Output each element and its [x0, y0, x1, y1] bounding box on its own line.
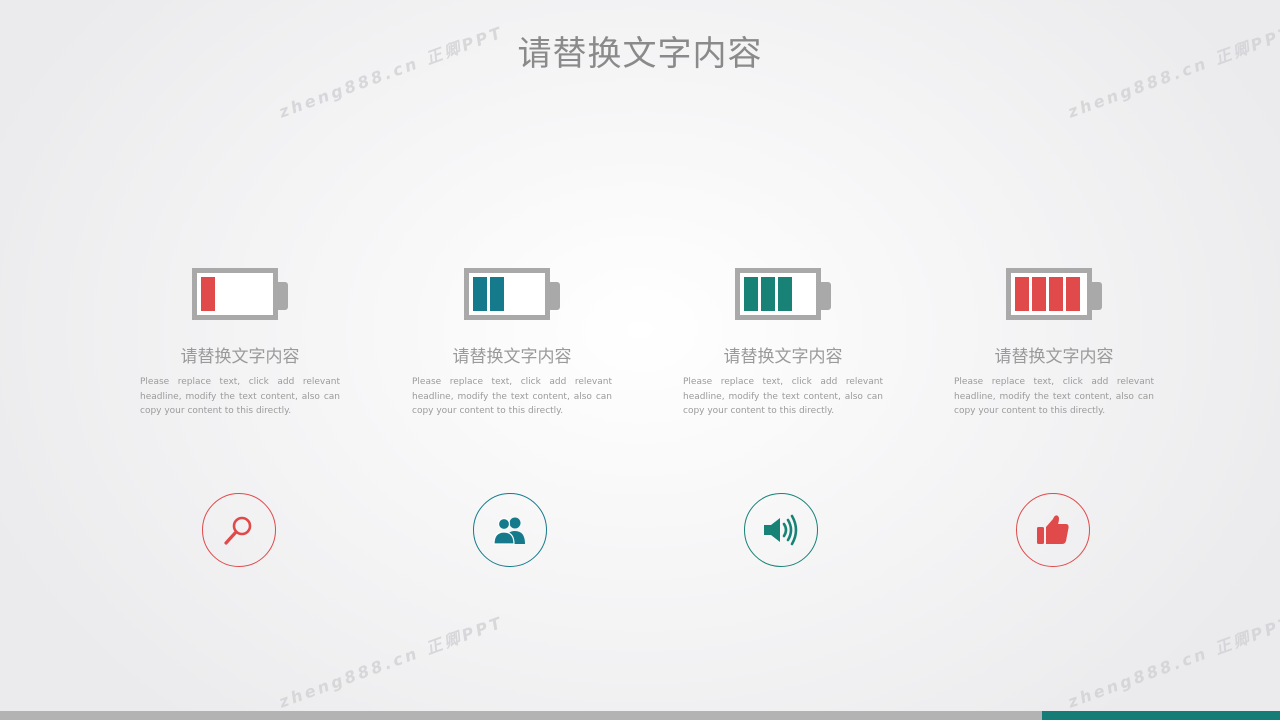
card-title: 请替换文字内容	[994, 347, 1114, 367]
thumbs-up-icon	[1037, 515, 1069, 544]
speaker-icon	[764, 514, 798, 546]
card-description: Please replace text, click add relevant …	[140, 377, 340, 416]
battery-cell	[490, 277, 504, 311]
magnifier-icon	[224, 516, 252, 545]
feature-card: 请替换文字内容 Please replace text, click add r…	[683, 268, 883, 419]
battery-icon	[735, 268, 831, 324]
watermark: zheng888.cn 正卿PPT	[276, 612, 507, 712]
watermark: zheng888.cn 正卿PPT	[1065, 612, 1280, 712]
card-description: Please replace text, click add relevant …	[683, 377, 883, 416]
users-circle	[473, 493, 547, 567]
battery-cell	[1032, 277, 1046, 311]
card-title: 请替换文字内容	[180, 347, 300, 367]
card-description: Please replace text, click add relevant …	[954, 377, 1154, 416]
feature-card: 请替换文字内容 Please replace text, click add r…	[140, 268, 340, 419]
battery-cell	[761, 277, 775, 311]
battery-cell	[778, 277, 792, 311]
thumbs-up-circle	[1016, 493, 1090, 567]
feature-card: 请替换文字内容 Please replace text, click add r…	[954, 268, 1154, 419]
battery-cell	[1066, 277, 1080, 311]
magnifier-circle	[202, 493, 276, 567]
footer-accent	[1042, 711, 1280, 720]
battery-icon	[192, 268, 288, 324]
battery-icon	[464, 268, 560, 324]
feature-card: 请替换文字内容 Please replace text, click add r…	[412, 268, 612, 419]
card-title: 请替换文字内容	[723, 347, 843, 367]
battery-cell	[1015, 277, 1029, 311]
battery-cell	[473, 277, 487, 311]
card-title: 请替换文字内容	[452, 347, 572, 367]
battery-icon	[1006, 268, 1102, 324]
speaker-circle	[744, 493, 818, 567]
battery-cell	[744, 277, 758, 311]
battery-cell	[1049, 277, 1063, 311]
users-icon	[493, 517, 525, 545]
battery-cell	[201, 277, 215, 311]
card-description: Please replace text, click add relevant …	[412, 377, 612, 416]
page-title: 请替换文字内容	[517, 34, 763, 74]
